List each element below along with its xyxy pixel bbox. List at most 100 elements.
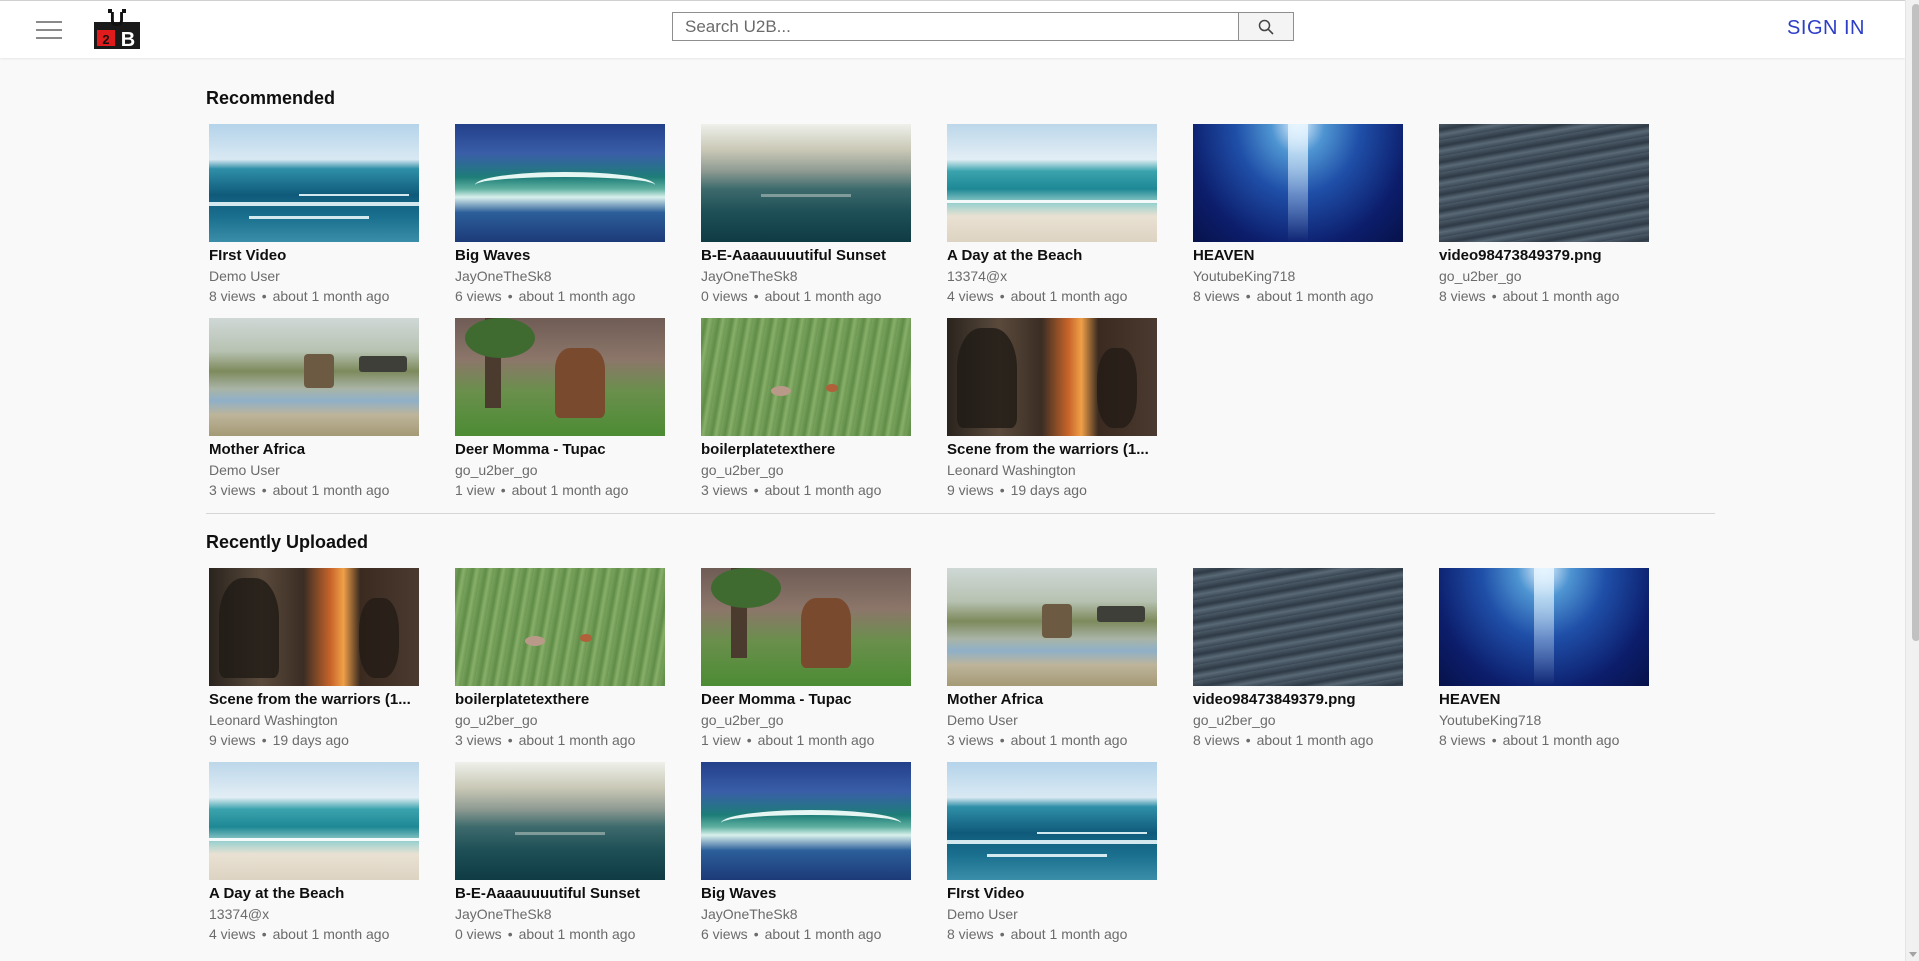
- channel-name[interactable]: JayOneTheSk8: [701, 904, 908, 924]
- video-title[interactable]: Big Waves: [701, 884, 911, 904]
- channel-name[interactable]: Leonard Washington: [947, 460, 1154, 480]
- video-card[interactable]: Mother Africa Demo User 3 views • about 1 mo…: [944, 568, 1157, 762]
- channel-name[interactable]: go_u2ber_go: [1193, 710, 1400, 730]
- video-card[interactable]: B-E-Aaaauuuutiful Sunset JayOneTheSk8 0 vi…: [452, 762, 665, 956]
- separator-dot: •: [1245, 288, 1251, 304]
- channel-name[interactable]: 13374@x: [209, 904, 416, 924]
- video-card[interactable]: Big Waves JayOneTheSk8 6 views • about 1 mon…: [452, 124, 665, 318]
- video-title[interactable]: B-E-Aaaauuuutiful Sunset: [701, 246, 911, 266]
- video-card[interactable]: Mother Africa Demo User 3 views • about 1 mo…: [206, 318, 419, 512]
- video-meta: 1 view • about 1 month ago: [701, 730, 908, 750]
- video-thumbnail[interactable]: [209, 318, 419, 436]
- view-count: 8 views: [1193, 288, 1240, 304]
- video-card[interactable]: HEAVEN YoutubeKing718 8 views • about 1 mont…: [1436, 568, 1649, 762]
- video-title[interactable]: Mother Africa: [947, 690, 1157, 710]
- video-title[interactable]: Big Waves: [455, 246, 665, 266]
- channel-name[interactable]: Leonard Washington: [209, 710, 416, 730]
- video-title[interactable]: video98473849379.png: [1193, 690, 1403, 710]
- search-button[interactable]: [1238, 12, 1294, 41]
- video-card[interactable]: Scene from the warriors (1... Leonard Was…: [206, 568, 419, 762]
- channel-name[interactable]: go_u2ber_go: [1439, 266, 1646, 286]
- channel-name[interactable]: go_u2ber_go: [455, 710, 662, 730]
- video-title[interactable]: Scene from the warriors (1...: [947, 440, 1157, 460]
- video-title[interactable]: FIrst Video: [947, 884, 1157, 904]
- video-thumbnail[interactable]: [455, 568, 665, 686]
- video-card[interactable]: B-E-Aaaauuuutiful Sunset JayOneTheSk8 0 vi…: [698, 124, 911, 318]
- video-thumbnail[interactable]: [209, 762, 419, 880]
- video-thumbnail[interactable]: [209, 568, 419, 686]
- video-title[interactable]: boilerplatetexthere: [701, 440, 911, 460]
- video-card[interactable]: video98473849379.png go_u2ber_go 8 views • a…: [1190, 568, 1403, 762]
- channel-name[interactable]: go_u2ber_go: [701, 710, 908, 730]
- video-title[interactable]: A Day at the Beach: [947, 246, 1157, 266]
- video-thumbnail[interactable]: [1439, 124, 1649, 242]
- video-card[interactable]: Big Waves JayOneTheSk8 6 views • about 1 mon…: [698, 762, 911, 956]
- video-title[interactable]: Deer Momma - Tupac: [455, 440, 665, 460]
- video-thumbnail[interactable]: [455, 124, 665, 242]
- channel-name[interactable]: go_u2ber_go: [455, 460, 662, 480]
- video-title[interactable]: FIrst Video: [209, 246, 419, 266]
- video-thumbnail[interactable]: [455, 318, 665, 436]
- video-meta: 3 views • about 1 month ago: [455, 730, 662, 750]
- video-thumbnail[interactable]: [947, 568, 1157, 686]
- channel-name[interactable]: JayOneTheSk8: [455, 266, 662, 286]
- video-thumbnail[interactable]: [1439, 568, 1649, 686]
- video-title[interactable]: HEAVEN: [1193, 246, 1403, 266]
- channel-name[interactable]: 13374@x: [947, 266, 1154, 286]
- video-meta: 8 views • about 1 month ago: [1439, 286, 1646, 306]
- channel-name[interactable]: go_u2ber_go: [701, 460, 908, 480]
- channel-name[interactable]: JayOneTheSk8: [701, 266, 908, 286]
- video-card[interactable]: Deer Momma - Tupac go_u2ber_go 1 view • abou…: [698, 568, 911, 762]
- video-card[interactable]: boilerplatetexthere go_u2ber_go 3 views • ab…: [698, 318, 911, 512]
- video-thumbnail[interactable]: [455, 762, 665, 880]
- video-card[interactable]: A Day at the Beach 13374@x 4 views • about 1…: [206, 762, 419, 956]
- video-card[interactable]: FIrst Video Demo User 8 views • about 1 mont…: [206, 124, 419, 318]
- sign-in-button[interactable]: SIGN IN: [1787, 17, 1865, 40]
- video-thumbnail[interactable]: [209, 124, 419, 242]
- video-card[interactable]: A Day at the Beach 13374@x 4 views • about 1…: [944, 124, 1157, 318]
- view-count: 3 views: [701, 482, 748, 498]
- video-card[interactable]: Scene from the warriors (1... Leonard Was…: [944, 318, 1157, 512]
- channel-name[interactable]: YoutubeKing718: [1193, 266, 1400, 286]
- video-title[interactable]: Scene from the warriors (1...: [209, 690, 419, 710]
- channel-name[interactable]: JayOneTheSk8: [455, 904, 662, 924]
- scrollbar[interactable]: [1905, 0, 1919, 961]
- video-thumbnail[interactable]: [947, 762, 1157, 880]
- video-thumbnail[interactable]: [947, 318, 1157, 436]
- video-title[interactable]: B-E-Aaaauuuutiful Sunset: [455, 884, 665, 904]
- channel-name[interactable]: Demo User: [209, 460, 416, 480]
- separator-dot: •: [753, 926, 759, 942]
- video-title[interactable]: Mother Africa: [209, 440, 419, 460]
- video-title[interactable]: boilerplatetexthere: [455, 690, 665, 710]
- video-thumbnail[interactable]: [701, 318, 911, 436]
- upload-age: about 1 month ago: [1010, 288, 1128, 304]
- video-thumbnail[interactable]: [1193, 568, 1403, 686]
- hamburger-icon[interactable]: [36, 21, 62, 39]
- video-card[interactable]: Deer Momma - Tupac go_u2ber_go 1 view • abou…: [452, 318, 665, 512]
- video-title[interactable]: video98473849379.png: [1439, 246, 1649, 266]
- video-thumbnail[interactable]: [701, 568, 911, 686]
- view-count: 9 views: [209, 732, 256, 748]
- video-title[interactable]: HEAVEN: [1439, 690, 1649, 710]
- channel-name[interactable]: Demo User: [209, 266, 416, 286]
- video-thumbnail[interactable]: [701, 124, 911, 242]
- view-count: 4 views: [209, 926, 256, 942]
- video-meta: 3 views • about 1 month ago: [209, 480, 416, 500]
- scroll-down-icon[interactable]: [1909, 952, 1917, 957]
- video-card[interactable]: boilerplatetexthere go_u2ber_go 3 views • ab…: [452, 568, 665, 762]
- channel-name[interactable]: Demo User: [947, 710, 1154, 730]
- video-card[interactable]: FIrst Video Demo User 8 views • about 1 mont…: [944, 762, 1157, 956]
- video-title[interactable]: A Day at the Beach: [209, 884, 419, 904]
- video-card[interactable]: video98473849379.png go_u2ber_go 8 views • a…: [1436, 124, 1649, 318]
- channel-name[interactable]: YoutubeKing718: [1439, 710, 1646, 730]
- video-title[interactable]: Deer Momma - Tupac: [701, 690, 911, 710]
- channel-name[interactable]: Demo User: [947, 904, 1154, 924]
- video-thumbnail[interactable]: [701, 762, 911, 880]
- logo[interactable]: 2 B U: [93, 8, 141, 51]
- search-input[interactable]: [672, 12, 1238, 41]
- video-thumbnail[interactable]: [947, 124, 1157, 242]
- video-card[interactable]: HEAVEN YoutubeKing718 8 views • about 1 mont…: [1190, 124, 1403, 318]
- scrollbar-thumb[interactable]: [1912, 4, 1919, 641]
- separator-dot: •: [507, 926, 513, 942]
- video-thumbnail[interactable]: [1193, 124, 1403, 242]
